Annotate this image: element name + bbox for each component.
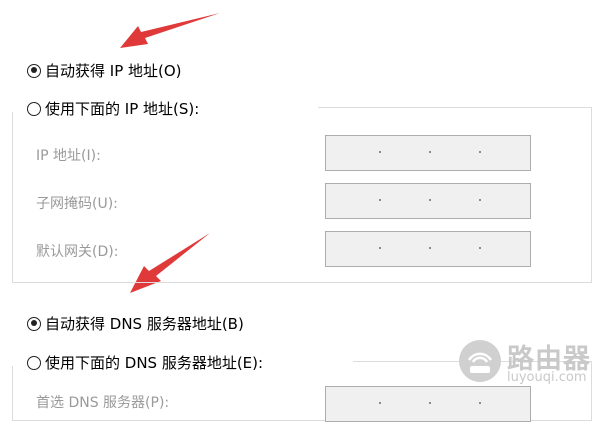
- ip-address-field[interactable]: [325, 135, 531, 171]
- radio-selected-icon[interactable]: [27, 316, 41, 331]
- ip-address-label: IP 地址(I):: [36, 148, 101, 164]
- use-following-ip-label: 使用下面的 IP 地址(S):: [45, 100, 200, 118]
- watermark: 路由器 luyouqi.com: [455, 332, 600, 400]
- obtain-ip-automatically-radio[interactable]: 自动获得 IP 地址(O): [27, 60, 182, 81]
- obtain-dns-automatically-radio[interactable]: 自动获得 DNS 服务器地址(B): [27, 313, 244, 334]
- radio-selected-icon[interactable]: [27, 63, 41, 78]
- preferred-dns-label: 首选 DNS 服务器(P):: [36, 395, 170, 411]
- default-gateway-field[interactable]: [325, 231, 531, 267]
- radio-unselected-icon[interactable]: [27, 355, 41, 370]
- default-gateway-label: 默认网关(D):: [36, 244, 119, 260]
- use-following-dns-label: 使用下面的 DNS 服务器地址(E):: [45, 354, 264, 372]
- subnet-mask-label: 子网掩码(U):: [36, 196, 118, 212]
- subnet-mask-field[interactable]: [325, 183, 531, 219]
- watermark-url: luyouqi.com: [507, 370, 587, 385]
- annotation-arrow-top: [120, 13, 220, 48]
- use-following-ip-radio[interactable]: 使用下面的 IP 地址(S):: [27, 98, 199, 119]
- router-logo-icon: [459, 340, 501, 382]
- radio-unselected-icon[interactable]: [27, 101, 41, 116]
- obtain-ip-automatically-label: 自动获得 IP 地址(O): [45, 62, 182, 80]
- use-following-dns-radio[interactable]: 使用下面的 DNS 服务器地址(E):: [27, 352, 263, 373]
- obtain-dns-automatically-label: 自动获得 DNS 服务器地址(B): [45, 315, 244, 333]
